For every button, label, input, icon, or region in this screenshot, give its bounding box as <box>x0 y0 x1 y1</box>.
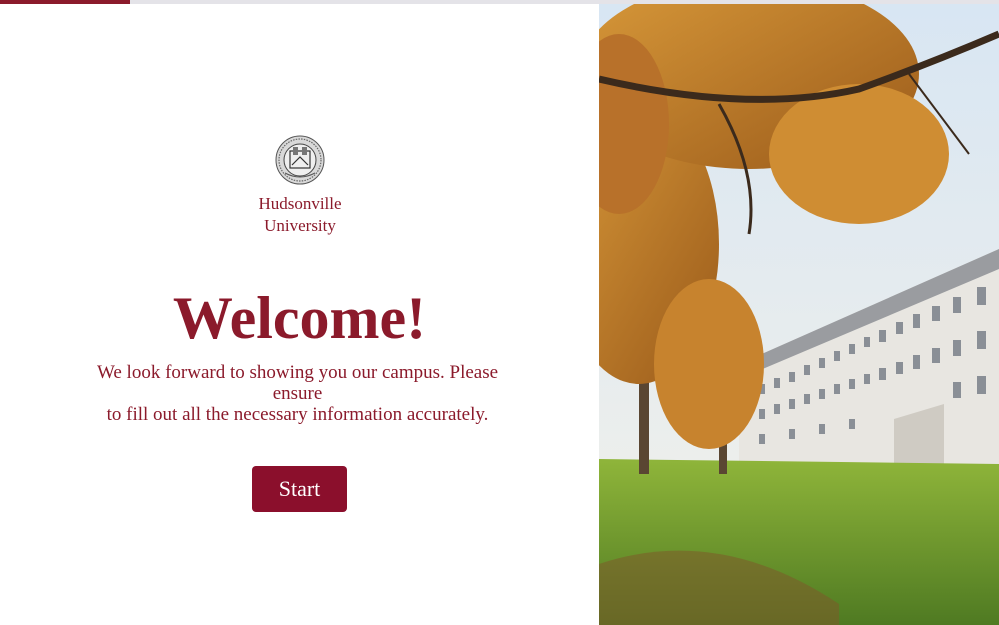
welcome-subtitle-line2: to fill out all the necessary informatio… <box>106 404 489 425</box>
welcome-title: Welcome! <box>172 285 427 351</box>
university-name-line1: Hudsonville <box>258 194 342 213</box>
welcome-subtitle: We look forward to showing you our campu… <box>70 362 525 425</box>
university-name-line2: University <box>264 216 336 235</box>
welcome-subtitle-line1: We look forward to showing you our campu… <box>96 362 499 404</box>
university-seal-icon <box>275 135 325 185</box>
university-name: Hudsonville University <box>200 193 400 237</box>
start-button[interactable]: Start <box>252 466 347 512</box>
campus-autumn-photo <box>599 4 999 625</box>
